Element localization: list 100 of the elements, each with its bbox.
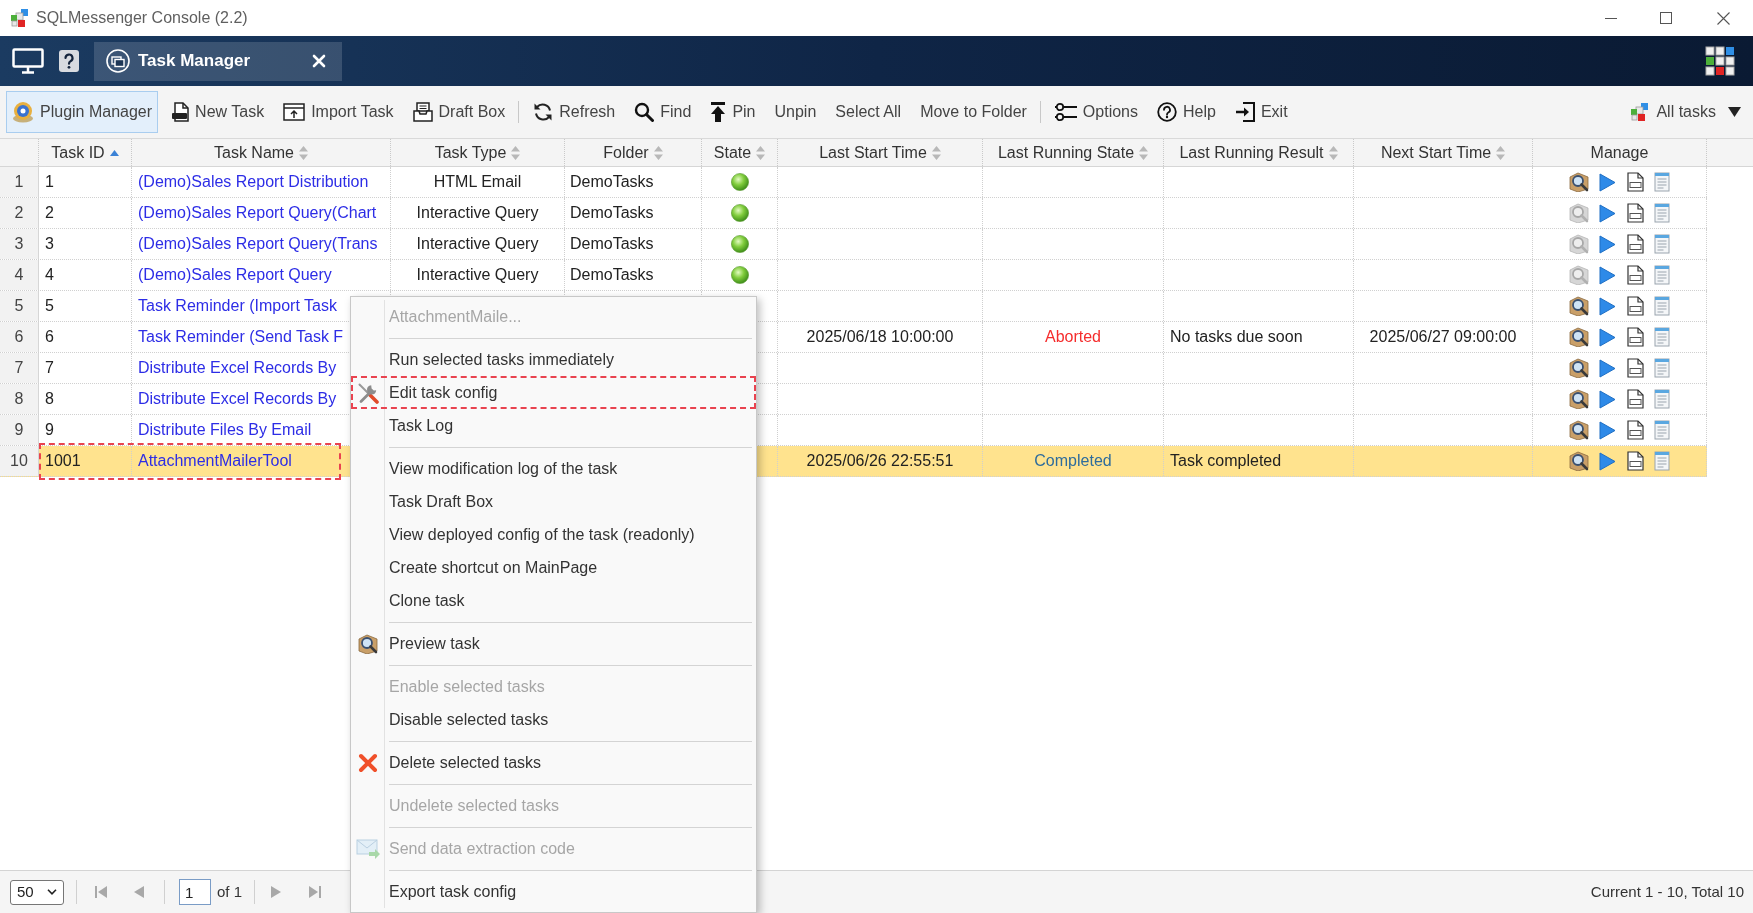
menu-item[interactable]: Delete selected tasks [351, 746, 756, 779]
menu-item[interactable]: Disable selected tasks [351, 703, 756, 736]
table-cell: Interactive Query [391, 260, 565, 290]
list-document-icon[interactable] [1654, 265, 1670, 285]
document-icon[interactable] [1626, 327, 1644, 347]
toolbar-button[interactable]: Refresh [527, 91, 622, 133]
list-document-icon[interactable] [1654, 296, 1670, 316]
preview-icon[interactable] [1569, 327, 1589, 347]
toolbar-button[interactable]: Unpin [768, 91, 823, 133]
search-icon [634, 102, 655, 122]
toolbar-button[interactable]: Help [1151, 91, 1222, 133]
task-name-link[interactable]: Task Reminder (Import Task [138, 294, 337, 318]
toolbar-button[interactable]: Import Task [277, 91, 400, 133]
toolbar-button[interactable]: New Task [165, 91, 271, 133]
column-header[interactable]: Manage [1533, 139, 1707, 166]
column-header[interactable]: Last Start Time [778, 139, 983, 166]
monitor-icon[interactable] [12, 48, 44, 74]
task-name-link[interactable]: Distribute Excel Records By [138, 356, 337, 380]
column-header[interactable]: Last Running State [983, 139, 1164, 166]
table-row[interactable]: 3 3 (Demo)Sales Report Query(Trans Interactive Query DemoTasks [0, 229, 1707, 260]
play-icon[interactable] [1599, 451, 1616, 471]
list-document-icon[interactable] [1654, 451, 1670, 471]
preview-icon[interactable] [1569, 389, 1589, 409]
toolbar-button[interactable]: Plugin Manager [6, 91, 159, 133]
toolbar-button[interactable]: Options [1048, 91, 1144, 133]
document-icon[interactable] [1626, 358, 1644, 378]
list-document-icon[interactable] [1654, 234, 1670, 254]
filter-dropdown[interactable]: All tasks [1626, 91, 1745, 133]
preview-icon[interactable] [1569, 420, 1589, 440]
list-document-icon[interactable] [1654, 358, 1670, 378]
preview-icon[interactable] [1569, 358, 1589, 378]
column-header[interactable]: Task Name [132, 139, 391, 166]
document-icon[interactable] [1626, 389, 1644, 409]
maximize-icon[interactable] [1660, 12, 1672, 24]
preview-icon[interactable] [1569, 296, 1589, 316]
menu-item[interactable]: View deployed config of the task (readonly) [351, 518, 756, 551]
help-document-icon[interactable] [59, 50, 79, 72]
preview-icon[interactable] [1569, 172, 1589, 192]
toolbar-button[interactable]: Move to Folder [914, 91, 1033, 133]
list-document-icon[interactable] [1654, 420, 1670, 440]
page-input[interactable]: 1 [179, 879, 211, 905]
task-name-link[interactable]: Distribute Files By Email [138, 418, 312, 442]
task-name-link[interactable]: (Demo)Sales Report Query(Chart [138, 201, 377, 225]
toolbar-button[interactable]: Draft Box [406, 91, 512, 133]
table-row[interactable]: 1 1 (Demo)Sales Report Distribution HTML Email DemoTasks [0, 167, 1707, 198]
table-cell: 9 [39, 415, 132, 445]
toolbar-button[interactable]: Select All [829, 91, 908, 133]
column-header[interactable]: State [702, 139, 778, 166]
task-name-link[interactable]: (Demo)Sales Report Distribution [138, 170, 369, 194]
tab[interactable]: Task Manager [94, 41, 342, 81]
close-icon[interactable] [1717, 11, 1730, 25]
task-name-link[interactable]: Task Reminder (Send Task F [138, 325, 344, 349]
preview-icon[interactable] [1569, 451, 1589, 471]
task-name-link[interactable]: AttachmentMailerTool [138, 449, 292, 473]
list-document-icon[interactable] [1654, 327, 1670, 347]
exit-icon [1234, 102, 1255, 122]
menu-item[interactable]: Preview task [351, 627, 756, 660]
play-icon[interactable] [1599, 265, 1616, 285]
document-icon[interactable] [1626, 203, 1644, 223]
table-row[interactable]: 4 4 (Demo)Sales Report Query Interactive Query DemoTasks [0, 260, 1707, 291]
play-icon[interactable] [1599, 234, 1616, 254]
arrow-to-top-icon [710, 102, 727, 122]
table-row[interactable]: 2 2 (Demo)Sales Report Query(Chart Interactive Query DemoTasks [0, 198, 1707, 229]
column-header[interactable]: Last Running Result [1164, 139, 1354, 166]
menu-item[interactable]: Create shortcut on MainPage [351, 551, 756, 584]
task-name-link[interactable]: (Demo)Sales Report Query(Trans [138, 232, 378, 256]
document-icon[interactable] [1626, 172, 1644, 192]
table-cell: 4 [39, 260, 132, 290]
list-document-icon[interactable] [1654, 172, 1670, 192]
play-icon[interactable] [1599, 203, 1616, 223]
play-icon[interactable] [1599, 296, 1616, 316]
toolbar-button[interactable]: Pin [704, 91, 762, 133]
minimize-icon[interactable] [1605, 17, 1617, 19]
column-header[interactable]: Folder [565, 139, 702, 166]
status-text: Completed [1034, 451, 1112, 471]
document-icon[interactable] [1626, 296, 1644, 316]
document-icon[interactable] [1626, 265, 1644, 285]
play-icon[interactable] [1599, 327, 1616, 347]
task-name-link[interactable]: (Demo)Sales Report Query [138, 263, 332, 287]
play-icon[interactable] [1599, 420, 1616, 440]
column-header[interactable]: Task Type [391, 139, 565, 166]
play-icon[interactable] [1599, 358, 1616, 378]
list-document-icon[interactable] [1654, 203, 1670, 223]
document-icon[interactable] [1626, 420, 1644, 440]
column-header[interactable]: Task ID [39, 139, 132, 166]
page-size-select[interactable]: 50 [10, 879, 64, 905]
menu-item[interactable]: Export task config [351, 875, 756, 908]
menu-item[interactable]: Clone task [351, 584, 756, 617]
menu-item[interactable]: Task Draft Box [351, 485, 756, 518]
play-icon[interactable] [1599, 172, 1616, 192]
toolbar-button[interactable]: Exit [1228, 91, 1294, 133]
help-icon [1157, 102, 1177, 122]
column-header[interactable]: Next Start Time [1354, 139, 1533, 166]
document-icon[interactable] [1626, 234, 1644, 254]
list-document-icon[interactable] [1654, 389, 1670, 409]
toolbar-button[interactable]: Find [628, 91, 698, 133]
table-cell: HTML Email [391, 167, 565, 197]
document-icon[interactable] [1626, 451, 1644, 471]
task-name-link[interactable]: Distribute Excel Records By [138, 387, 337, 411]
play-icon[interactable] [1599, 389, 1616, 409]
